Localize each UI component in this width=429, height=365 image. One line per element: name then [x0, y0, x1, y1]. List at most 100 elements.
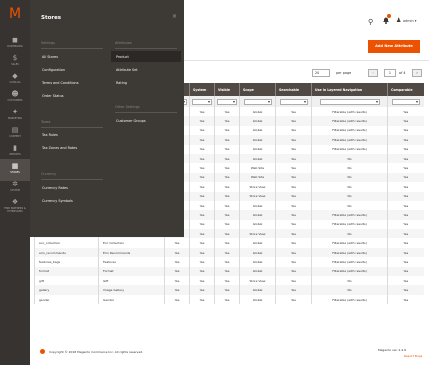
menu-item-configuration[interactable]: Configuration [42, 68, 65, 72]
menu-item-tax-zones-and-rates[interactable]: Tax Zones and Rates [42, 146, 77, 150]
filter-select[interactable] [217, 98, 237, 105]
nav-item-label: Marketing [7, 117, 23, 120]
table-cell: Yes [189, 266, 215, 277]
gear-icon: ✲ [12, 180, 18, 188]
table-cell: Yes [275, 144, 312, 154]
nav-item-extensions[interactable]: ❖ Find Partners & Extensions [0, 195, 30, 219]
menu-item-currency-symbols[interactable]: Currency Symbols [42, 199, 73, 203]
menu-item-currency-rates[interactable]: Currency Rates [42, 186, 68, 190]
menu-item-attribute-set[interactable]: Attribute Set [116, 68, 138, 72]
filter-select[interactable] [243, 98, 272, 105]
add-new-attribute-button[interactable]: Add New Attribute [368, 40, 420, 53]
filter-select[interactable] [279, 98, 308, 105]
table-cell: Filterable (with results) [311, 294, 388, 305]
table-cell: Yes [214, 219, 240, 230]
table-cell: Yes [387, 107, 424, 117]
close-icon[interactable]: × [172, 13, 177, 20]
table-cell: Yes [275, 257, 312, 267]
table-row[interactable]: eco_collection Eco Collection Yes Yes Yes Glo… [34, 238, 424, 248]
menu-item-rating[interactable]: Rating [116, 81, 127, 85]
table-cell: Yes [387, 276, 424, 286]
column-header[interactable]: Searchable [275, 83, 312, 96]
table-cell: Yes [275, 107, 312, 117]
user-menu[interactable]: admin ▾ [403, 19, 416, 23]
menu-item-order-status[interactable]: Order Status [42, 94, 64, 98]
filter-select[interactable] [319, 98, 380, 105]
table-cell: Filterable (with results) [311, 219, 388, 230]
table-cell: Yes [387, 210, 424, 220]
dashboard-icon: ◼ [12, 36, 18, 44]
table-cell: Global [239, 144, 276, 154]
table-cell: Yes [387, 238, 424, 248]
table-cell: Yes [214, 125, 240, 136]
table-row[interactable]: erin_recommends Erin Recommends Yes Yes Yes G… [34, 247, 424, 258]
column-header[interactable]: Use in Layered Navigation [311, 83, 388, 96]
previous-page-button[interactable]: ‹ [368, 69, 378, 77]
page-number-input[interactable]: 1 [384, 69, 396, 77]
table-cell: Yes [214, 200, 240, 211]
nav-item-label: Customers [7, 99, 23, 102]
table-cell: Yes [189, 153, 215, 164]
table-row[interactable]: gallery Image Gallery Yes Yes Yes Global Yes No… [34, 285, 424, 295]
table-cell: Yes [189, 135, 215, 145]
customers-icon: ☻ [11, 90, 19, 98]
table-cell: Yes [387, 116, 424, 126]
table-row[interactable]: features_bags Features Yes Yes Yes Global Yes F… [34, 257, 424, 267]
menu-item-terms-and-conditions[interactable]: Terms and Conditions [42, 81, 78, 85]
table-cell: Yes [387, 229, 424, 239]
table-cell: Yes [387, 153, 424, 164]
table-cell: Yes [164, 247, 190, 258]
table-cell: Yes [214, 276, 240, 286]
next-page-button[interactable]: › [412, 69, 422, 77]
table-cell: Filterable (with results) [311, 116, 388, 126]
column-header[interactable]: Visible [214, 83, 240, 96]
magento-logo-icon[interactable]: M [7, 5, 23, 23]
table-cell: Web Site [239, 163, 276, 173]
table-cell: Yes [214, 285, 240, 295]
menu-item-customer-groups[interactable]: Customer Groups [116, 119, 146, 123]
table-cell: Yes [214, 107, 240, 117]
table-cell: Yes [387, 247, 424, 258]
table-cell: Yes [275, 285, 312, 295]
stores-flyout-menu: Stores × Settings All Stores Configurati… [30, 0, 184, 237]
table-cell: Format [98, 266, 165, 277]
table-cell: Yes [214, 163, 240, 173]
table-cell: Yes [214, 257, 240, 267]
table-cell: No [311, 153, 388, 164]
header-divider [184, 60, 429, 61]
table-cell: Yes [275, 238, 312, 248]
table-cell: Yes [189, 238, 215, 248]
menu-item-all-stores[interactable]: All Stores [42, 55, 58, 59]
column-header[interactable]: Scope [239, 83, 276, 96]
user-icon[interactable]: ♟ [396, 17, 401, 24]
table-cell: Yes [387, 182, 424, 192]
table-cell: Global [239, 125, 276, 136]
table-cell: Yes [189, 191, 215, 201]
table-cell: Yes [189, 107, 215, 117]
report-bugs-link[interactable]: Report Bugs [404, 354, 422, 358]
column-header[interactable]: Comparable [387, 83, 424, 96]
menu-item-tax-rules[interactable]: Tax Rules [42, 133, 58, 137]
column-header[interactable]: System [189, 83, 215, 96]
table-cell: Yes [275, 172, 312, 183]
filter-select[interactable] [192, 98, 212, 105]
table-cell: Yes [189, 229, 215, 239]
menu-item-product[interactable]: Product [116, 55, 129, 59]
extensions-icon: ❖ [11, 198, 19, 206]
table-cell: Global [239, 200, 276, 211]
search-icon[interactable]: ⚲ [368, 18, 373, 26]
filter-select[interactable] [391, 98, 420, 105]
table-row[interactable]: format Format Yes Yes Yes Global Yes Filterable… [34, 266, 424, 277]
section-heading-attributes: Attributes [115, 41, 132, 45]
table-cell: Yes [189, 285, 215, 295]
nav-item-label: Sales [11, 63, 19, 66]
table-row[interactable]: gender Gender Yes Yes Yes Global Yes Filterable… [34, 294, 424, 305]
per-page-select[interactable]: 20 [312, 69, 330, 77]
table-row[interactable]: gift Gift Yes Yes Yes Store View Yes No Yes [34, 276, 424, 286]
table-cell: Yes [275, 125, 312, 136]
table-cell: Yes [387, 163, 424, 173]
table-cell: No [311, 191, 388, 201]
nav-item-label: Content [9, 135, 21, 138]
table-cell: Features [98, 257, 165, 267]
table-cell: eco_collection [34, 238, 99, 248]
